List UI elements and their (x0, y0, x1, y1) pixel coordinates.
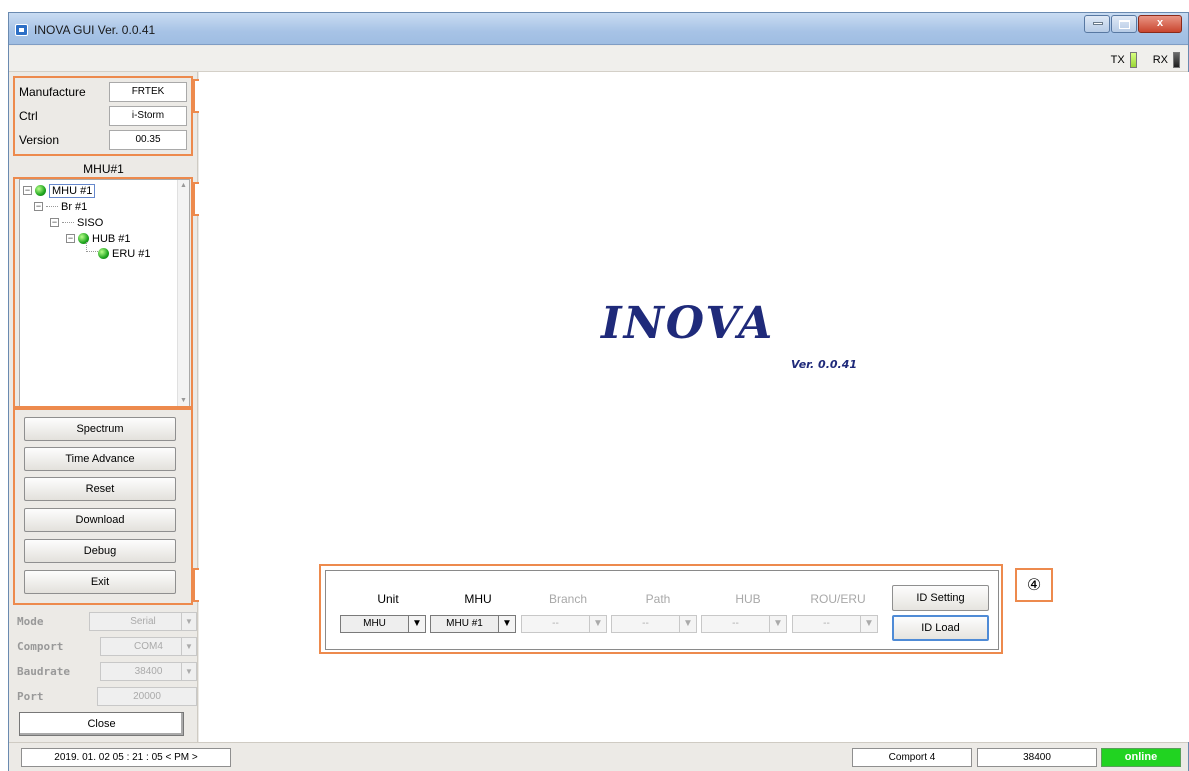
tx-led-icon (1129, 52, 1137, 68)
dropdown-arrow-icon[interactable]: ▼ (769, 616, 786, 632)
col-head-hub: HUB (735, 592, 761, 606)
dropdown-arrow-icon[interactable]: ▼ (589, 616, 606, 632)
minimize-icon (1093, 22, 1103, 25)
close-window-button[interactable]: x (1138, 15, 1182, 33)
unit-select[interactable]: MHU ▼ (340, 615, 426, 633)
app-window: INOVA GUI Ver. 0.0.41 x TX RX Manufactur… (8, 12, 1189, 771)
rou-eru-value: -- (823, 618, 830, 629)
mode-select[interactable]: Serial ▼ (89, 612, 197, 631)
app-icon[interactable] (15, 24, 28, 36)
col-head-rou-eru: ROU/ERU (810, 592, 866, 606)
port-field[interactable]: 20000 (97, 687, 197, 706)
port-label: Port (17, 690, 44, 703)
mhu-select[interactable]: MHU #1 ▼ (430, 615, 516, 633)
baudrate-value: 38400 (134, 666, 163, 677)
id-setting-button[interactable]: ID Setting (892, 585, 989, 611)
close-connection-button[interactable]: Close (19, 712, 184, 736)
dropdown-arrow-icon[interactable]: ▼ (679, 616, 696, 632)
callout-frame-1 (13, 76, 193, 156)
path-select[interactable]: -- ▼ (611, 615, 697, 633)
baudrate-label: Baudrate (17, 665, 70, 678)
path-value: -- (642, 618, 649, 629)
hub-select[interactable]: -- ▼ (701, 615, 787, 633)
col-head-mhu: MHU (464, 592, 492, 606)
col-head-path: Path (645, 592, 671, 606)
status-bar: 2019. 01. 02 05 : 21 : 05 < PM > Comport… (9, 742, 1188, 771)
rou-eru-select[interactable]: -- ▼ (792, 615, 878, 633)
comport-value: COM4 (134, 641, 163, 652)
minimize-button[interactable] (1084, 15, 1110, 33)
col-head-branch: Branch (548, 592, 588, 606)
dropdown-arrow-icon[interactable]: ▼ (498, 616, 515, 632)
baud-status: 38400 (977, 748, 1097, 767)
inova-logo: INOVA (601, 298, 775, 349)
mhu-value: MHU #1 (446, 618, 483, 629)
port-row: Port 20000 (17, 687, 197, 707)
window-title: INOVA GUI Ver. 0.0.41 (34, 23, 156, 37)
dropdown-arrow-icon[interactable]: ▼ (181, 663, 196, 680)
dropdown-arrow-icon[interactable]: ▼ (408, 616, 425, 632)
id-panel: Unit MHU Branch Path HUB ROU/ERU MHU ▼ M… (319, 564, 1003, 654)
tx-label: TX (1110, 54, 1125, 66)
branch-value: -- (552, 618, 559, 629)
dropdown-arrow-icon[interactable]: ▼ (181, 638, 196, 655)
comport-row: Comport COM4 ▼ (17, 637, 197, 657)
unit-value: MHU (363, 618, 386, 629)
group-title: MHU#1 (83, 162, 124, 176)
id-load-button[interactable]: ID Load (892, 615, 989, 641)
comport-select[interactable]: COM4 ▼ (100, 637, 197, 656)
comport-status: Comport 4 (852, 748, 972, 767)
tx-rx-indicators: TX RX (1111, 52, 1180, 68)
maximize-button[interactable] (1111, 15, 1137, 33)
connection-status: online (1101, 748, 1181, 767)
maximize-icon (1119, 20, 1130, 29)
mode-row: Mode Serial ▼ (17, 612, 197, 632)
logo-version: Ver. 0.0.41 (791, 358, 858, 371)
callout-badge-4: ④ (1015, 568, 1053, 602)
baudrate-row: Baudrate 38400 ▼ (17, 662, 197, 682)
datetime-display: 2019. 01. 02 05 : 21 : 05 < PM > (21, 748, 231, 767)
branch-select[interactable]: -- ▼ (521, 615, 607, 633)
dropdown-arrow-icon[interactable]: ▼ (860, 616, 877, 632)
callout-frame-2 (13, 177, 193, 408)
callout-frame-3 (13, 408, 193, 605)
indicator-strip: TX RX (9, 46, 1188, 72)
mode-value: Serial (130, 616, 156, 627)
mode-label: Mode (17, 615, 44, 628)
dropdown-arrow-icon[interactable]: ▼ (181, 613, 196, 630)
rx-label: RX (1152, 54, 1168, 66)
comport-label: Comport (17, 640, 64, 653)
baudrate-select[interactable]: 38400 ▼ (100, 662, 197, 681)
col-head-unit: Unit (377, 592, 399, 606)
close-icon: x (1156, 17, 1164, 29)
window-controls: x (1084, 15, 1182, 33)
id-panel-inner: Unit MHU Branch Path HUB ROU/ERU MHU ▼ M… (325, 570, 999, 650)
hub-value: -- (732, 618, 739, 629)
rx-led-icon (1173, 52, 1180, 68)
title-bar[interactable]: INOVA GUI Ver. 0.0.41 x (9, 13, 1188, 45)
